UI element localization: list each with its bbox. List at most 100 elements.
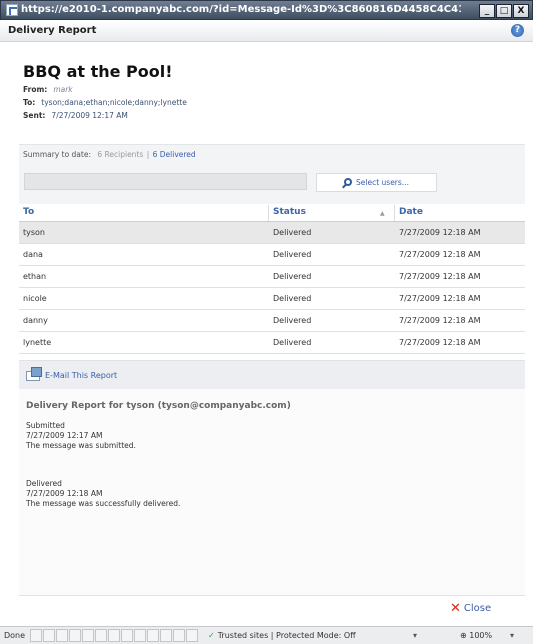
email-report-link[interactable]: E-Mail This Report	[45, 371, 117, 380]
zoom-level[interactable]: ⊕ 100%	[460, 631, 492, 640]
status-pane	[134, 629, 146, 642]
status-pane	[30, 629, 42, 642]
table-row[interactable]: dana Delivered 7/27/2009 12:18 AM	[19, 244, 525, 266]
cell-date: 7/27/2009 12:18 AM	[399, 316, 481, 325]
column-divider	[268, 205, 269, 221]
to-value: tyson;dana;ethan;nicole;danny;lynette	[41, 98, 187, 107]
close-icon: ✕	[450, 601, 461, 616]
event-detail: The message was successfully delivered.	[26, 499, 181, 508]
cell-status: Delivered	[273, 272, 312, 281]
to-label: To:	[23, 98, 36, 107]
event-detail: The message was submitted.	[26, 441, 136, 450]
delivery-report-panel: E-Mail This Report Delivery Report for t…	[19, 360, 525, 596]
zone-dropdown-icon[interactable]: ▾	[413, 631, 417, 640]
delivered-count-link[interactable]: 6 Delivered	[153, 150, 196, 159]
cell-recipient: tyson	[23, 228, 46, 237]
cell-date: 7/27/2009 12:18 AM	[399, 272, 481, 281]
window-title: https://e2010-1.companyabc.com/?id=Messa…	[21, 4, 461, 15]
event-name: Submitted	[26, 421, 65, 430]
from-line: From: mark	[23, 85, 73, 94]
table-row[interactable]: tyson Delivered 7/27/2009 12:18 AM	[19, 222, 525, 244]
close-button[interactable]: ✕ Close	[450, 601, 491, 616]
status-pane	[95, 629, 107, 642]
cell-recipient: nicole	[23, 294, 47, 303]
status-pane	[186, 629, 198, 642]
report-event-delivered: Delivered 7/27/2009 12:18 AM The message…	[26, 479, 180, 509]
event-time: 7/27/2009 12:17 AM	[26, 431, 103, 440]
sent-line: Sent: 7/27/2009 12:17 AM	[23, 111, 128, 120]
status-pane	[173, 629, 185, 642]
from-value: mark	[53, 85, 73, 94]
event-name: Delivered	[26, 479, 62, 488]
column-divider	[394, 205, 395, 221]
summary-separator: |	[146, 150, 150, 159]
report-toolbar: E-Mail This Report	[19, 361, 525, 389]
cell-recipient: danny	[23, 316, 48, 325]
report-event-submitted: Submitted 7/27/2009 12:17 AM The message…	[26, 421, 136, 451]
cell-status: Delivered	[273, 228, 312, 237]
status-pane	[160, 629, 172, 642]
cell-date: 7/27/2009 12:18 AM	[399, 250, 481, 259]
maximize-button[interactable]: □	[496, 4, 512, 18]
cell-recipient: dana	[23, 250, 43, 259]
to-line: To: tyson;dana;ethan;nicole;danny;lynette	[23, 98, 187, 107]
cell-date: 7/27/2009 12:18 AM	[399, 338, 481, 347]
cell-date: 7/27/2009 12:18 AM	[399, 294, 481, 303]
cell-status: Delivered	[273, 338, 312, 347]
table-row[interactable]: danny Delivered 7/27/2009 12:18 AM	[19, 310, 525, 332]
email-report-icon[interactable]	[26, 367, 42, 381]
table-row[interactable]: ethan Delivered 7/27/2009 12:18 AM	[19, 266, 525, 288]
column-header-date[interactable]: Date	[399, 207, 423, 217]
cell-status: Delivered	[273, 316, 312, 325]
summary-label: Summary to date:	[23, 150, 91, 159]
security-zone[interactable]: ✓ Trusted sites | Protected Mode: Off	[208, 631, 356, 640]
status-pane	[43, 629, 55, 642]
sort-arrow-icon: ▲	[380, 210, 385, 217]
cell-recipient: lynette	[23, 338, 52, 347]
message-subject: BBQ at the Pool!	[23, 62, 173, 81]
cell-status: Delivered	[273, 294, 312, 303]
recipients-table: To Status ▲ Date tyson Delivered 7/27/20…	[19, 204, 525, 364]
select-users-button[interactable]: Select users...	[316, 173, 437, 192]
select-users-label: Select users...	[356, 178, 409, 187]
from-label: From:	[23, 85, 48, 94]
status-pane	[56, 629, 68, 642]
page-header: Delivery Report ?	[0, 20, 533, 42]
minimize-button[interactable]: _	[479, 4, 495, 18]
help-icon[interactable]: ?	[511, 24, 524, 37]
sent-value: 7/27/2009 12:17 AM	[51, 111, 128, 120]
status-pane	[69, 629, 81, 642]
search-icon	[344, 178, 353, 186]
sent-label: Sent:	[23, 111, 46, 120]
cell-status: Delivered	[273, 250, 312, 259]
summary-line: Summary to date: 6 Recipients | 6 Delive…	[23, 150, 196, 159]
page-title: Delivery Report	[8, 25, 97, 36]
table-header: To Status ▲ Date	[19, 204, 525, 222]
browser-page-icon	[6, 4, 18, 16]
table-row[interactable]: nicole Delivered 7/27/2009 12:18 AM	[19, 288, 525, 310]
user-search-input[interactable]	[24, 173, 307, 190]
zoom-icon: ⊕	[460, 631, 467, 640]
zoom-value: 100%	[469, 631, 493, 640]
event-time: 7/27/2009 12:18 AM	[26, 489, 103, 498]
browser-status-bar: Done ✓ Trusted sites | Protected Mode: Of…	[0, 626, 533, 644]
checkmark-icon: ✓	[208, 631, 215, 640]
window-title-bar: https://e2010-1.companyabc.com/?id=Messa…	[0, 0, 533, 20]
column-header-to[interactable]: To	[23, 207, 34, 217]
status-pane	[121, 629, 133, 642]
zoom-dropdown-icon[interactable]: ▾	[510, 631, 514, 640]
status-text: Done	[4, 631, 26, 640]
table-row[interactable]: lynette Delivered 7/27/2009 12:18 AM	[19, 332, 525, 354]
status-pane	[82, 629, 94, 642]
close-window-button[interactable]: X	[513, 4, 529, 18]
cell-recipient: ethan	[23, 272, 47, 281]
column-header-status[interactable]: Status	[273, 207, 306, 217]
close-label: Close	[463, 603, 492, 614]
status-pane	[108, 629, 120, 642]
security-zone-label: Trusted sites | Protected Mode: Off	[217, 631, 356, 640]
cell-date: 7/27/2009 12:18 AM	[399, 228, 481, 237]
status-pane	[147, 629, 159, 642]
recipients-count: 6 Recipients	[97, 150, 144, 159]
report-title: Delivery Report for tyson (tyson@company…	[26, 401, 291, 411]
summary-panel: Summary to date: 6 Recipients | 6 Delive…	[19, 144, 525, 204]
